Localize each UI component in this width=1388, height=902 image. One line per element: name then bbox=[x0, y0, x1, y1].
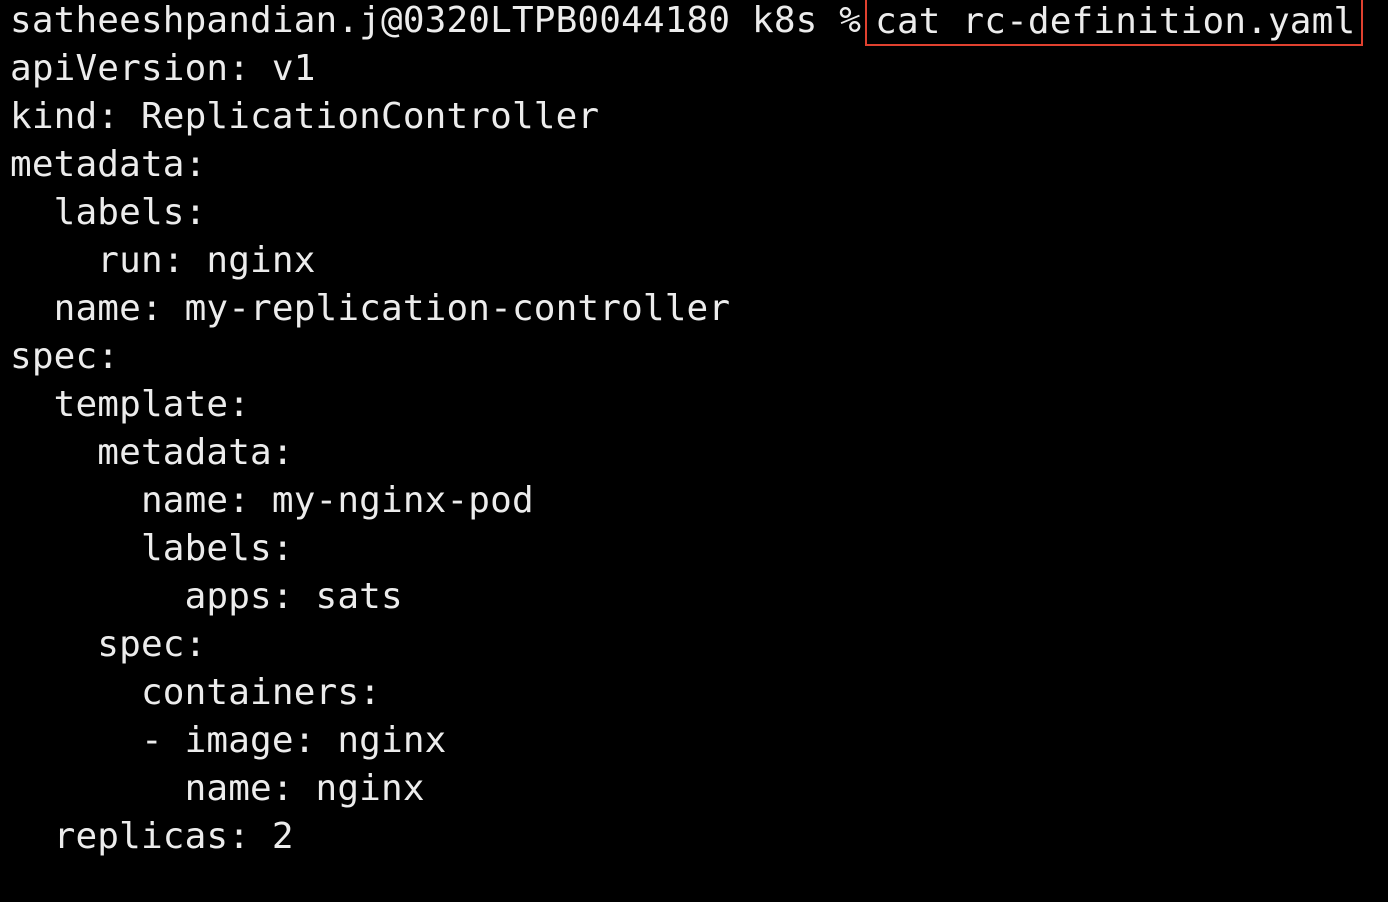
output-line: metadata: bbox=[10, 432, 294, 473]
output-line: apps: sats bbox=[10, 576, 403, 617]
output-line: run: nginx bbox=[10, 240, 316, 281]
highlighted-command: cat rc-definition.yaml bbox=[865, 0, 1364, 46]
output-line: apiVersion: v1 bbox=[10, 48, 316, 89]
output-line: labels: bbox=[10, 192, 207, 233]
output-line: spec: bbox=[10, 624, 207, 665]
output-line: metadata: bbox=[10, 144, 207, 185]
output-line: containers: bbox=[10, 672, 382, 713]
output-line: spec: bbox=[10, 336, 120, 377]
output-line: name: nginx bbox=[10, 768, 425, 809]
prompt-line: satheeshpandian.j@0320LTPB0044180 k8s % c… bbox=[10, 0, 1388, 46]
output-line: template: bbox=[10, 384, 251, 425]
output-line: name: my-nginx-pod bbox=[10, 480, 534, 521]
output-line: labels: bbox=[10, 528, 294, 569]
output-line: - image: nginx bbox=[10, 720, 447, 761]
output-line: name: my-replication-controller bbox=[10, 288, 731, 329]
output-line: kind: ReplicationController bbox=[10, 96, 600, 137]
output-line: replicas: 2 bbox=[10, 816, 294, 857]
shell-prompt: satheeshpandian.j@0320LTPB0044180 k8s % bbox=[10, 0, 862, 41]
terminal-window[interactable]: satheeshpandian.j@0320LTPB0044180 k8s % c… bbox=[0, 0, 1388, 902]
